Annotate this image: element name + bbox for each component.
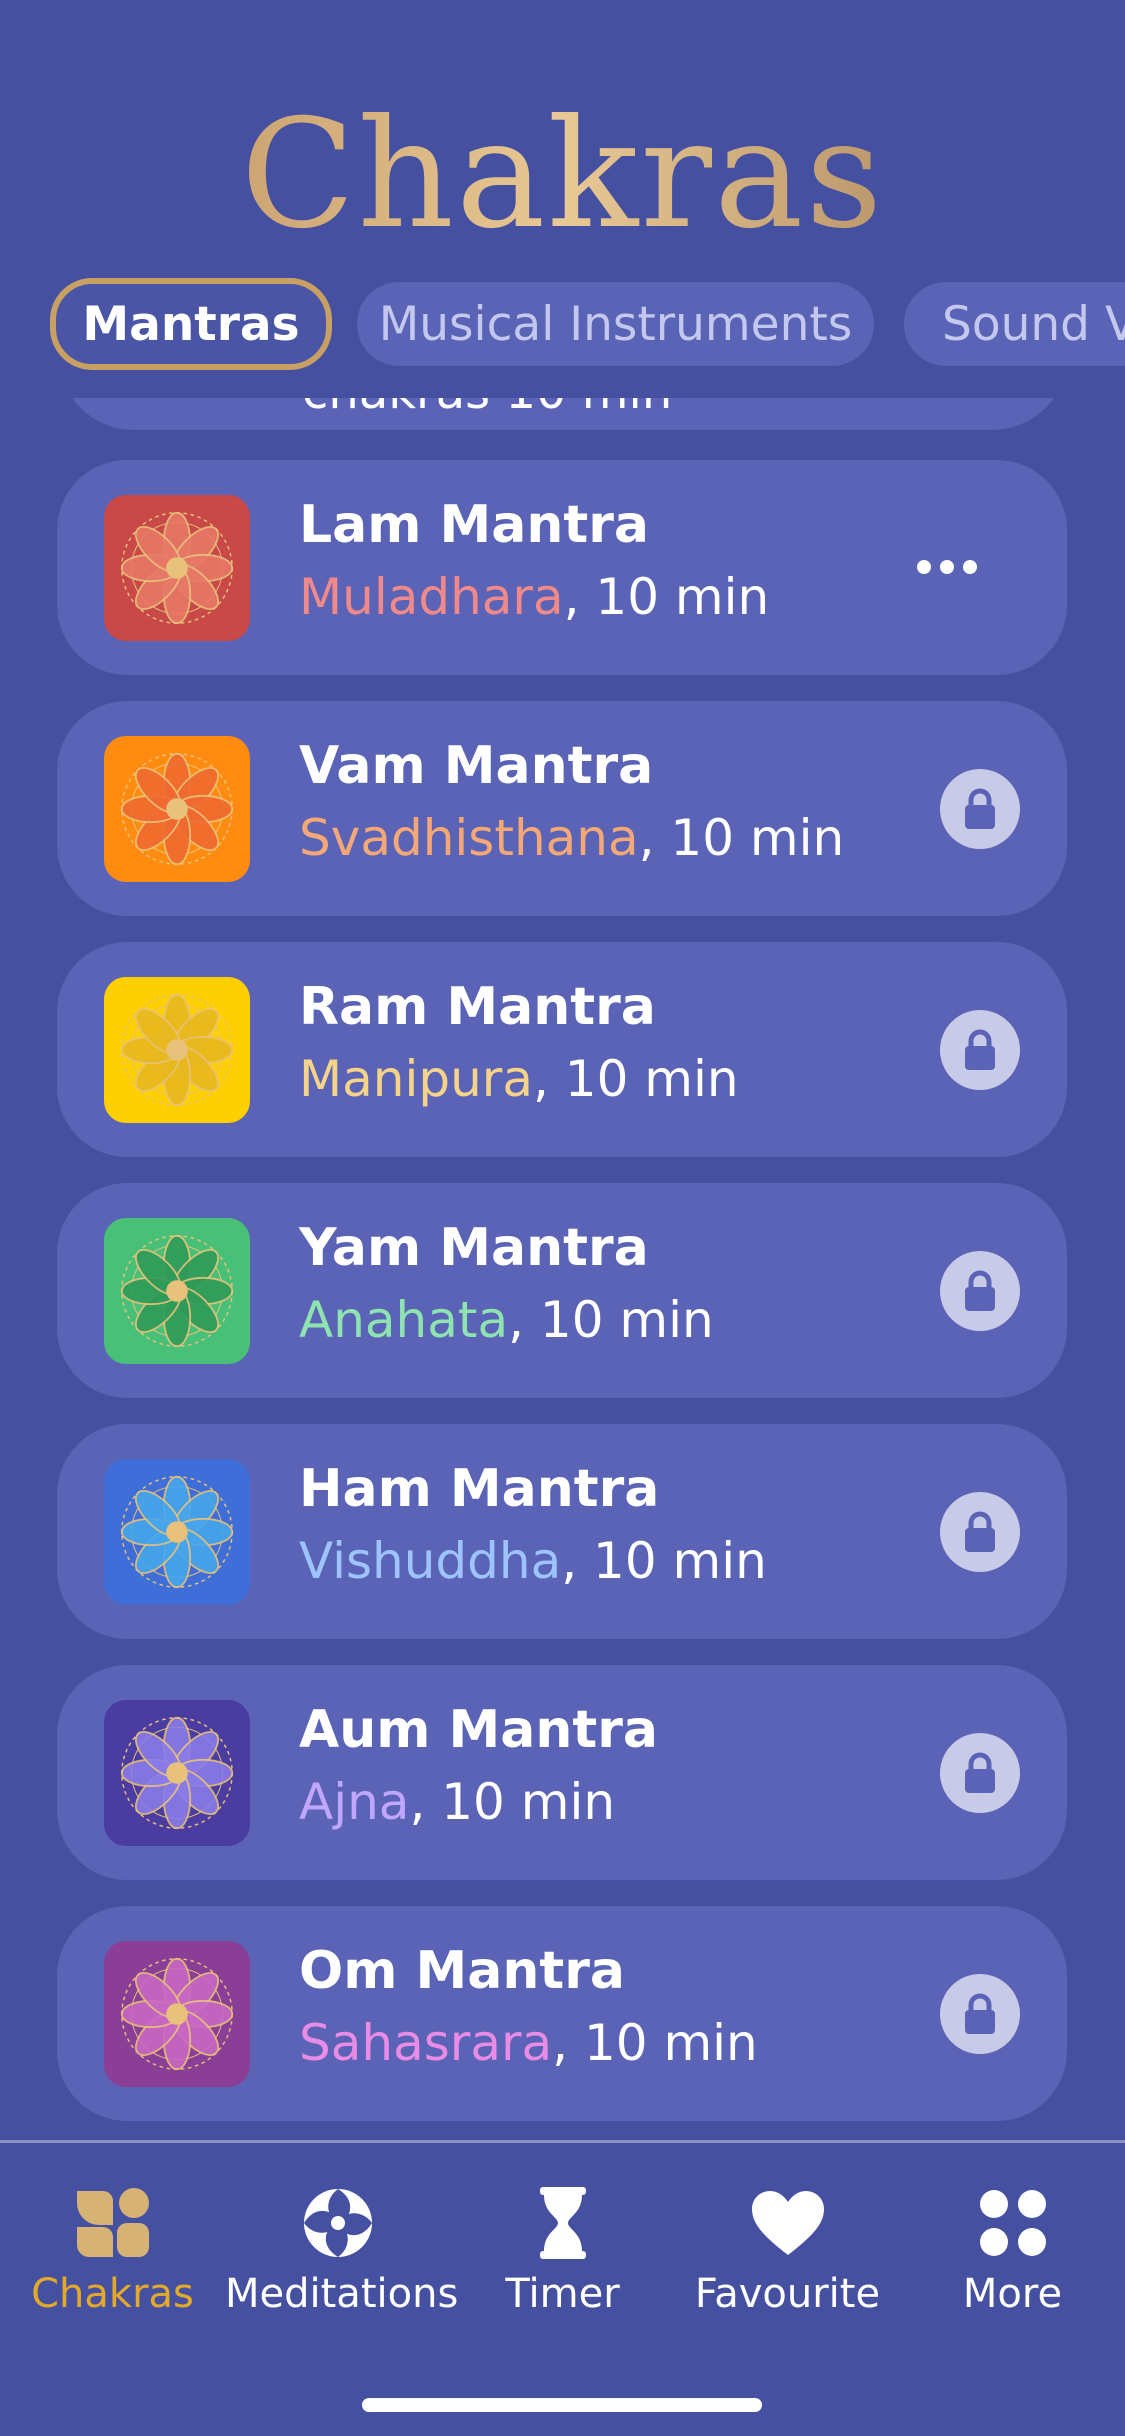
mantra-subtitle: Anahata, 10 min: [299, 1291, 714, 1349]
mantra-duration: , 10 min: [638, 809, 845, 867]
mantra-subtitle: Sahasrara, 10 min: [299, 2014, 758, 2072]
lock-icon[interactable]: [940, 1974, 1020, 2054]
mantra-card[interactable]: Yam Mantra Anahata, 10 min: [57, 1183, 1067, 1398]
mantra-subtitle: Manipura, 10 min: [299, 1050, 739, 1108]
chakras-icon: [0, 2183, 225, 2263]
lock-icon[interactable]: [940, 1251, 1020, 1331]
tabbar-label: Meditations: [225, 2271, 459, 2317]
mantra-title: Aum Mantra: [299, 1700, 658, 1760]
chakra-name: Anahata: [299, 1291, 509, 1349]
heart-icon: [675, 2183, 900, 2263]
grid-icon: [900, 2183, 1125, 2263]
mantra-thumbnail: [104, 1941, 250, 2087]
tabbar-label: Timer: [505, 2271, 620, 2317]
mantra-list[interactable]: chakras 10 min Lam MantraMuladhara, 10 m…: [0, 398, 1125, 2138]
mantra-subtitle: Muladhara, 10 min: [299, 568, 769, 626]
chakra-name: Vishuddha: [299, 1532, 562, 1590]
mantra-card[interactable]: Ham Mantra Vishuddha, 10 min: [57, 1424, 1067, 1639]
mantra-title: Om Mantra: [299, 1941, 625, 2001]
tabbar-chakras[interactable]: Chakras: [0, 2183, 225, 2333]
lock-icon[interactable]: [940, 769, 1020, 849]
mantra-title: Lam Mantra: [299, 495, 649, 555]
mantra-card[interactable]: Om Mantra Sahasrara, 10 min: [57, 1906, 1067, 2121]
mantra-duration: , 10 min: [532, 1050, 739, 1108]
mantra-title: Vam Mantra: [299, 736, 654, 796]
tab-sound[interactable]: Sound V: [904, 282, 1125, 366]
chakra-name: Manipura: [299, 1050, 533, 1108]
mantra-subtitle: Ajna, 10 min: [299, 1773, 615, 1831]
category-tabs: Mantras Musical Instruments Sound V: [0, 278, 1125, 370]
tab-label: Musical Instruments: [378, 296, 853, 352]
mantra-duration: , 10 min: [508, 1291, 714, 1349]
mantra-thumbnail: [104, 977, 250, 1123]
list-item-partial[interactable]: chakras 10 min: [58, 398, 1068, 430]
tab-label: Sound V: [942, 296, 1125, 352]
tabbar-label: Chakras: [31, 2271, 194, 2317]
mantra-duration: , 10 min: [409, 1773, 616, 1831]
mantra-thumbnail: [104, 1459, 250, 1605]
chakra-name: Ajna: [299, 1773, 410, 1831]
chakra-name: Svadhisthana: [299, 809, 639, 867]
mantra-card[interactable]: Aum Mantra Ajna, 10 min: [57, 1665, 1067, 1880]
tabbar-timer[interactable]: Timer: [450, 2183, 675, 2333]
mantra-thumbnail: [104, 1218, 250, 1364]
bottom-tab-bar: Chakras Meditations Timer Favourite More: [0, 2140, 1125, 2436]
mantra-thumbnail: [104, 1700, 250, 1846]
mantra-title: Ham Mantra: [299, 1459, 660, 1519]
meditations-icon: [225, 2183, 450, 2263]
chakra-name: Muladhara: [299, 568, 564, 626]
chakra-name: Sahasrara: [299, 2014, 553, 2072]
mantra-thumbnail: [104, 736, 250, 882]
tabbar-meditations[interactable]: Meditations: [225, 2183, 459, 2333]
lock-icon[interactable]: [940, 1492, 1020, 1572]
mantra-title: Yam Mantra: [299, 1218, 649, 1278]
mantra-card[interactable]: Lam Mantra Muladhara, 10 min: [57, 460, 1067, 675]
mantra-card[interactable]: Ram Mantra Manipura, 10 min: [57, 942, 1067, 1157]
mantra-duration: , 10 min: [561, 1532, 767, 1590]
mantra-title: Ram Mantra: [299, 977, 656, 1037]
tabbar-more[interactable]: More: [900, 2183, 1125, 2333]
mantra-subtitle: Vishuddha, 10 min: [299, 1532, 767, 1590]
tabbar-label: More: [962, 2271, 1063, 2317]
page-title: Chakras: [0, 90, 1125, 260]
tab-mantras[interactable]: Mantras: [50, 278, 332, 370]
tab-label: Mantras: [82, 296, 300, 352]
more-options-icon[interactable]: [917, 555, 977, 579]
home-indicator: [362, 2398, 762, 2412]
mantra-duration: , 10 min: [563, 568, 770, 626]
tabbar-favourite[interactable]: Favourite: [675, 2183, 900, 2333]
mantra-subtitle: Svadhisthana, 10 min: [299, 809, 844, 867]
tabbar-label: Favourite: [694, 2271, 881, 2317]
mantra-duration: , 10 min: [552, 2014, 758, 2072]
lock-icon[interactable]: [940, 1010, 1020, 1090]
tab-musical-instruments[interactable]: Musical Instruments: [357, 282, 874, 366]
hourglass-icon: [450, 2183, 675, 2263]
mantra-card[interactable]: Vam Mantra Svadhisthana, 10 min: [57, 701, 1067, 916]
mantra-thumbnail: [104, 495, 250, 641]
partial-item-text: chakras 10 min: [302, 398, 672, 420]
lock-icon[interactable]: [940, 1733, 1020, 1813]
